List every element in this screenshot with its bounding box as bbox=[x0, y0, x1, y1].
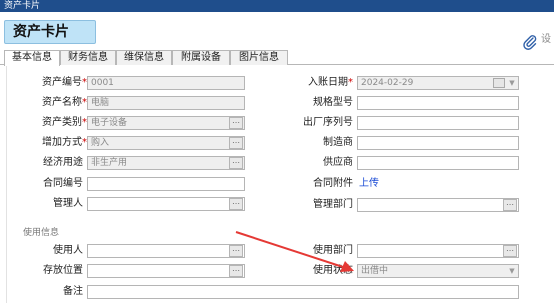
contract-attachment-label: 合同附件 bbox=[313, 178, 353, 189]
window-title: 资产卡片 bbox=[4, 1, 41, 11]
contract-no-label: 合同编号 bbox=[43, 178, 83, 189]
ellipsis-icon[interactable]: ⋯ bbox=[229, 198, 243, 210]
chevron-down-icon[interactable]: ▼ bbox=[507, 77, 517, 89]
ellipsis-icon[interactable]: ⋯ bbox=[229, 137, 243, 149]
supplier-label: 供应商 bbox=[323, 157, 353, 168]
manager-field[interactable] bbox=[87, 197, 245, 211]
edge-button-text[interactable]: 设 bbox=[541, 32, 554, 48]
serial-no-field[interactable] bbox=[357, 116, 519, 130]
serial-no-label: 出厂序列号 bbox=[303, 117, 353, 128]
paperclip-icon[interactable] bbox=[522, 34, 538, 50]
asset-category-label: 资产类别* bbox=[42, 117, 87, 128]
calendar-icon[interactable] bbox=[493, 78, 505, 88]
asset-name-field[interactable]: 电脑 bbox=[87, 96, 245, 110]
asset-category-field[interactable]: 电子设备 bbox=[87, 116, 245, 130]
spec-model-field[interactable] bbox=[357, 96, 519, 110]
remark-field[interactable] bbox=[87, 285, 519, 299]
required-mark: * bbox=[348, 77, 353, 88]
manager-dept-label: 管理部门 bbox=[313, 199, 353, 210]
supplier-field[interactable] bbox=[357, 156, 519, 170]
manager-label: 管理人 bbox=[53, 198, 83, 209]
add-method-field[interactable]: 购入 bbox=[87, 136, 245, 150]
header: 资产卡片 设 bbox=[0, 12, 554, 50]
user-label: 使用人 bbox=[53, 245, 83, 256]
ellipsis-icon[interactable]: ⋯ bbox=[229, 245, 243, 257]
remark-label: 备注 bbox=[63, 286, 83, 297]
asset-no-field[interactable]: 0001 bbox=[87, 76, 245, 90]
spec-model-label: 规格型号 bbox=[313, 97, 353, 108]
storage-field[interactable] bbox=[87, 264, 245, 278]
manager-dept-field[interactable] bbox=[357, 198, 519, 212]
tab-picture-info[interactable]: 图片信息 bbox=[230, 50, 288, 65]
tab-attached-equipment[interactable]: 附属设备 bbox=[172, 50, 230, 65]
asset-name-label: 资产名称* bbox=[42, 97, 87, 108]
econ-use-label: 经济用途 bbox=[43, 157, 83, 168]
window-titlebar: 资产卡片 bbox=[0, 0, 554, 12]
tab-basic-info[interactable]: 基本信息 bbox=[4, 50, 60, 66]
ellipsis-icon[interactable]: ⋯ bbox=[229, 117, 243, 129]
econ-use-field[interactable]: 非生产用 bbox=[87, 156, 245, 170]
manufacturer-label: 制造商 bbox=[323, 137, 353, 148]
tab-finance-info[interactable]: 财务信息 bbox=[60, 50, 116, 65]
storage-label: 存放位置 bbox=[43, 265, 83, 276]
tab-maintenance-info[interactable]: 维保信息 bbox=[116, 50, 172, 65]
entry-date-label: 入账日期* bbox=[308, 77, 353, 88]
form-panel: 资产编号* 0001 入账日期* 2024-02-29 ▼ 资产名称* 电脑 规… bbox=[6, 66, 548, 303]
tab-bar: 基本信息 财务信息 维保信息 附属设备 图片信息 bbox=[0, 50, 554, 66]
usage-section-title: 使用信息 bbox=[23, 228, 60, 238]
ellipsis-icon[interactable]: ⋯ bbox=[229, 157, 243, 169]
add-method-label: 增加方式* bbox=[42, 137, 87, 148]
ellipsis-icon[interactable]: ⋯ bbox=[503, 199, 517, 211]
use-dept-field[interactable] bbox=[357, 244, 519, 258]
user-field[interactable] bbox=[87, 244, 245, 258]
use-status-select[interactable]: 出借中 bbox=[357, 264, 519, 278]
chevron-down-icon[interactable]: ▼ bbox=[507, 265, 517, 277]
ellipsis-icon[interactable]: ⋯ bbox=[229, 265, 243, 277]
upload-link[interactable]: 上传 bbox=[359, 177, 379, 191]
use-status-label: 使用状态 bbox=[313, 265, 353, 276]
contract-no-field[interactable] bbox=[87, 177, 245, 191]
asset-no-label: 资产编号* bbox=[42, 77, 87, 88]
manufacturer-field[interactable] bbox=[357, 136, 519, 150]
ellipsis-icon[interactable]: ⋯ bbox=[503, 245, 517, 257]
use-dept-label: 使用部门 bbox=[313, 245, 353, 256]
card-title: 资产卡片 bbox=[4, 20, 96, 44]
